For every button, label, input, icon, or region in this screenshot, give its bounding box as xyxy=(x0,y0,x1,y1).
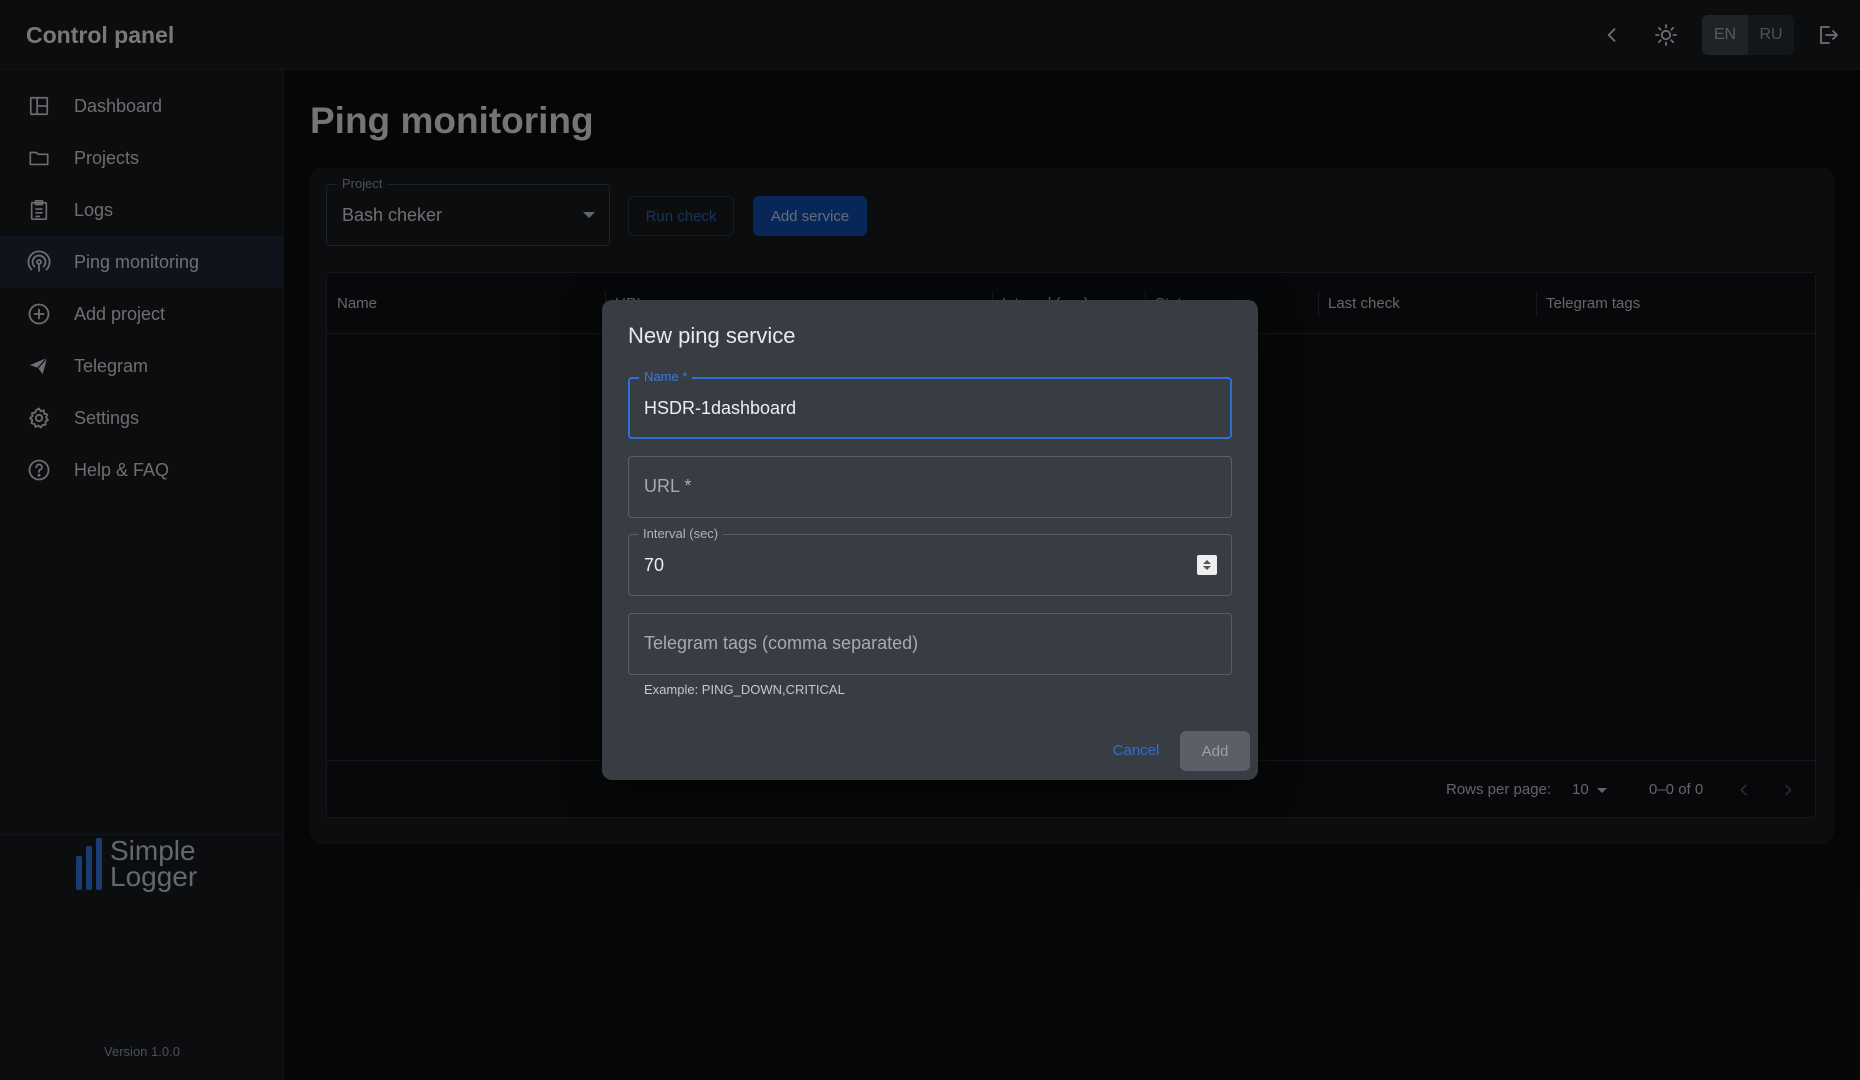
name-field-value: HSDR-1dashboard xyxy=(644,398,797,418)
telegram-tags-placeholder: Telegram tags (comma separated) xyxy=(644,633,919,653)
cancel-button[interactable]: Cancel xyxy=(1104,732,1168,768)
telegram-tags-field[interactable]: Telegram tags (comma separated) xyxy=(628,613,1232,675)
telegram-tags-helper: Example: PING_DOWN,CRITICAL xyxy=(644,682,845,697)
stepper-down-icon[interactable] xyxy=(1203,566,1211,570)
interval-field-label: Interval (sec) xyxy=(638,526,724,541)
interval-field[interactable]: Interval (sec) 70 xyxy=(628,526,1232,596)
url-field[interactable]: URL * xyxy=(628,456,1232,518)
interval-field-value: 70 xyxy=(644,555,665,575)
number-stepper[interactable] xyxy=(1197,555,1217,575)
url-field-placeholder: URL * xyxy=(644,476,692,496)
stepper-up-icon[interactable] xyxy=(1203,560,1211,564)
name-field-label: Name * xyxy=(639,369,693,384)
dialog-title: New ping service xyxy=(628,323,796,348)
name-field[interactable]: Name * HSDR-1dashboard xyxy=(628,369,1232,439)
new-ping-service-dialog: New ping service Name * HSDR-1dashboard … xyxy=(602,300,1258,780)
add-button[interactable]: Add xyxy=(1180,731,1250,771)
